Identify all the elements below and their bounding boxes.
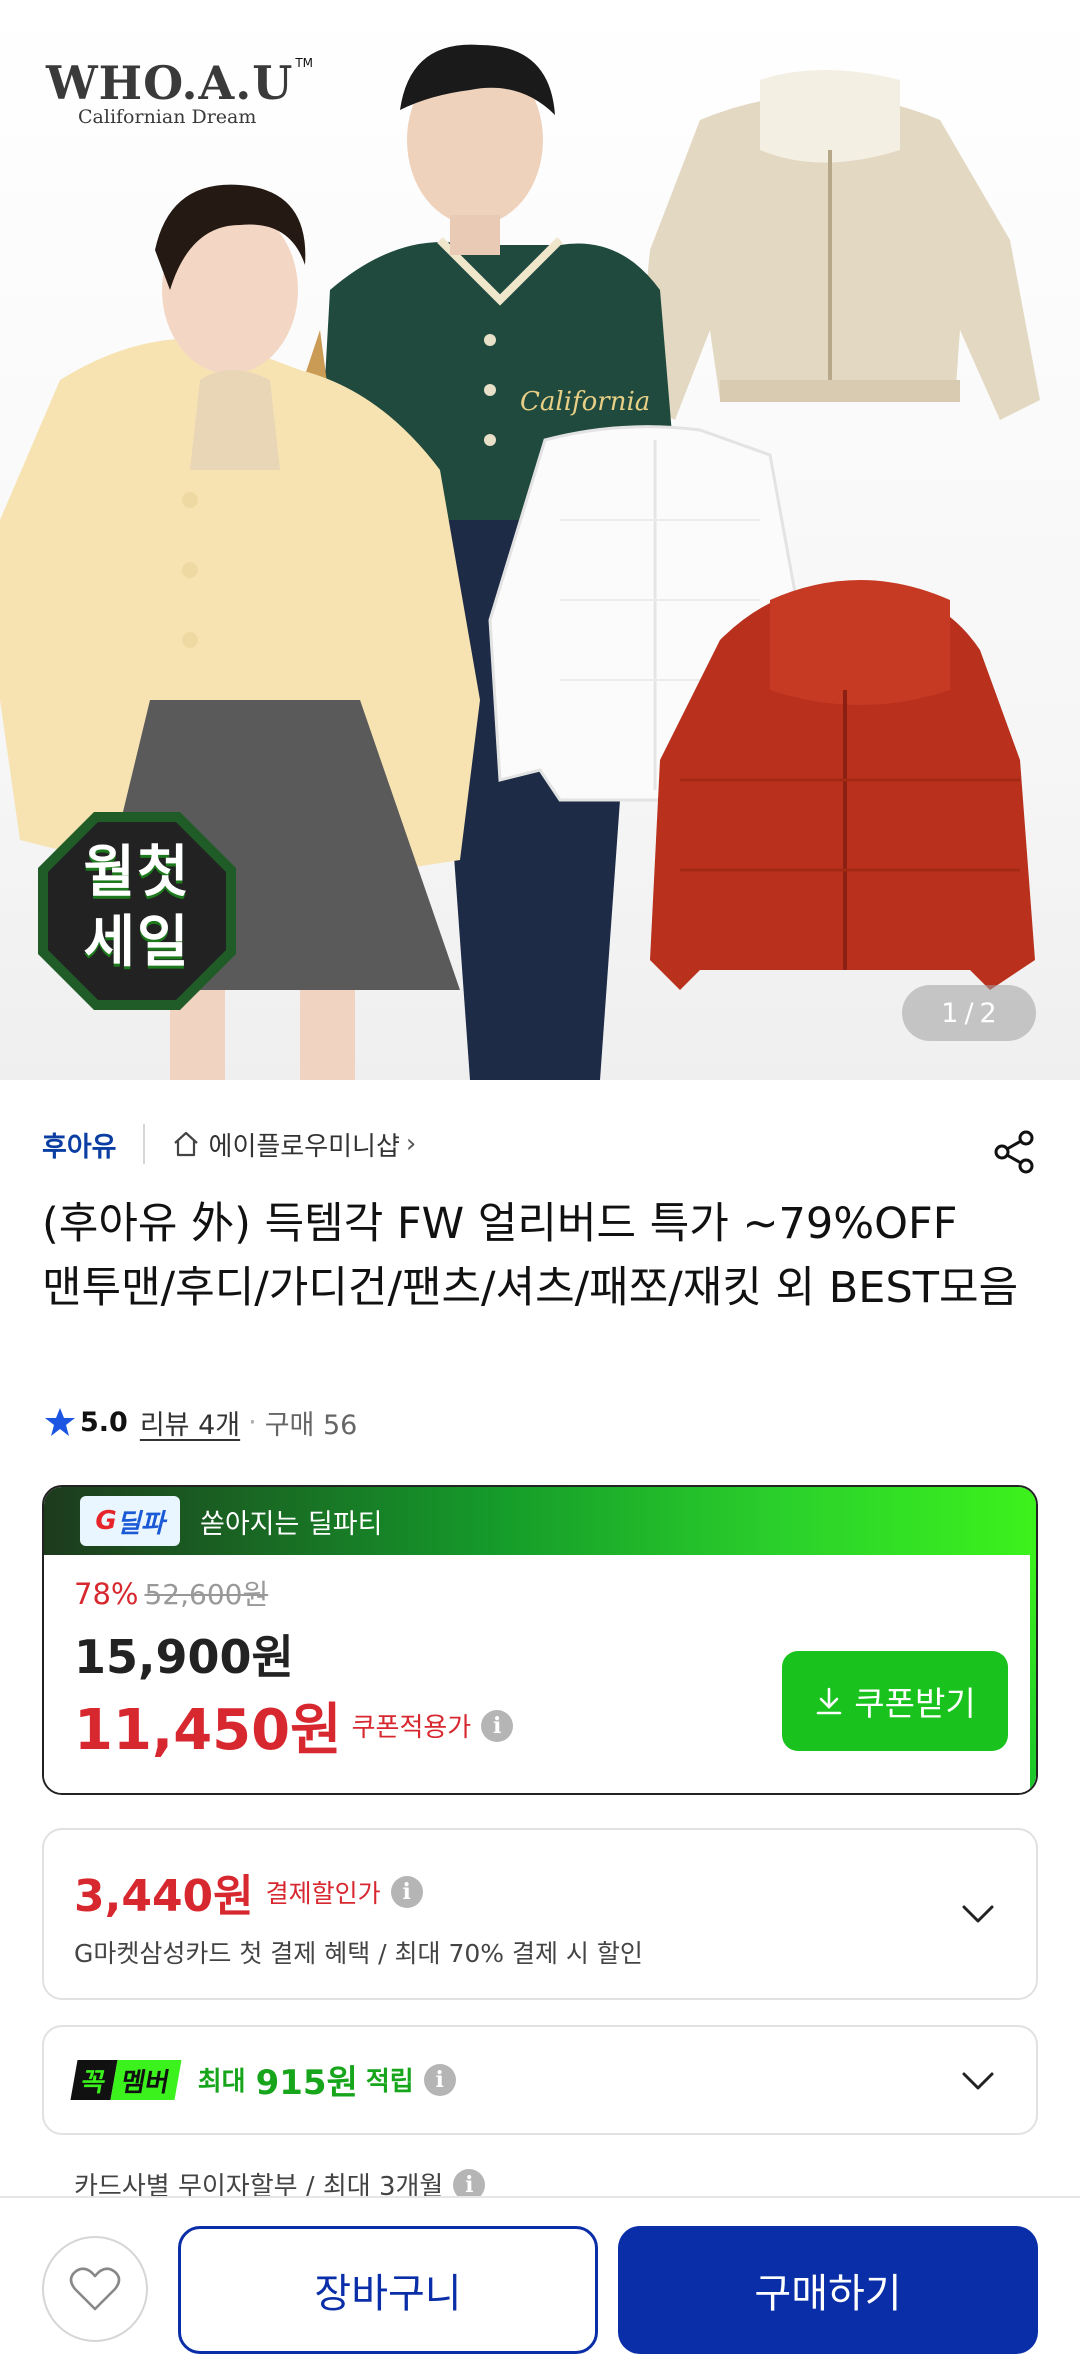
chevron-right-icon: › bbox=[405, 1129, 417, 1159]
pager-current: 1 bbox=[941, 997, 959, 1029]
pager-separator: / bbox=[964, 997, 974, 1029]
payment-discount-card[interactable]: 3,440원 결제할인가 i G마켓삼성카드 첫 결제 혜택 / 최대 70% … bbox=[42, 1828, 1038, 2000]
sale-badge-text: 월첫 세일 bbox=[34, 838, 240, 978]
member-row: 꼭 멤버 최대 915원 적립 i bbox=[70, 2055, 456, 2104]
divider bbox=[142, 1124, 145, 1164]
heart-icon bbox=[69, 2267, 121, 2311]
download-icon bbox=[816, 1687, 842, 1715]
sale-badge-line2: 세일 bbox=[83, 910, 191, 975]
deal-party-logo: G 딜파 bbox=[80, 1496, 180, 1546]
sale-badge: 월첫 세일 bbox=[34, 808, 240, 1014]
home-icon bbox=[173, 1131, 198, 1157]
deal-price-card: G 딜파 쏟아지는 딜파티 78% 52,600원 15,900원 11,450원… bbox=[42, 1485, 1038, 1795]
info-icon[interactable]: i bbox=[390, 1876, 423, 1908]
payment-discount-price: 3,440원 bbox=[74, 1871, 254, 1922]
member-badge: 꼭 멤버 bbox=[70, 2059, 182, 2100]
separator-dot: · bbox=[248, 1406, 257, 1438]
coupon-download-button[interactable]: 쿠폰받기 bbox=[782, 1651, 1008, 1751]
deal-body: 78% 52,600원 15,900원 11,450원 쿠폰적용가 i 쿠폰받기 bbox=[44, 1555, 1036, 1793]
member-badge-b: 멤버 bbox=[110, 2059, 182, 2100]
beige-jacket-illustration bbox=[635, 70, 1040, 420]
info-icon[interactable]: i bbox=[481, 1709, 514, 1742]
member-max-text: 최대 bbox=[197, 2067, 246, 2097]
deal-logo-g: G bbox=[95, 1506, 117, 1536]
sale-price: 15,900원 bbox=[74, 1630, 294, 1684]
deal-accent-bar bbox=[1030, 1555, 1036, 1793]
coupon-price: 11,450원 bbox=[74, 1698, 342, 1763]
shop-link[interactable]: 에이플로우미니샵 bbox=[209, 1126, 400, 1163]
add-to-cart-button[interactable]: 장바구니 bbox=[178, 2226, 598, 2354]
discount-line: 78% 52,600원 bbox=[74, 1573, 268, 1613]
payment-discount-label: 결제할인가 bbox=[265, 1879, 381, 1908]
review-link[interactable]: 리뷰 4개 bbox=[140, 1403, 240, 1442]
deal-header: G 딜파 쏟아지는 딜파티 bbox=[44, 1487, 1036, 1555]
logo-tm: TM bbox=[295, 56, 314, 70]
logo-main-text: WHO.A.U bbox=[46, 56, 294, 110]
product-hero-image[interactable]: California WHO.A.U TM Californian Dream … bbox=[0, 0, 1080, 1080]
wishlist-button[interactable] bbox=[42, 2236, 148, 2342]
buy-now-button[interactable]: 구매하기 bbox=[618, 2226, 1038, 2354]
product-title: (후아유 外) 득템각 FW 얼리버드 특가 ~79%OFF 맨투맨/후디/가디… bbox=[42, 1199, 1019, 1313]
deal-logo-text: 딜파 bbox=[116, 1508, 165, 1539]
deal-title: 쏟아지는 딜파티 bbox=[200, 1508, 383, 1540]
chevron-down-icon[interactable] bbox=[960, 1896, 996, 1932]
original-price: 52,600원 bbox=[144, 1578, 269, 1611]
image-pager: 1 / 2 bbox=[902, 985, 1036, 1041]
member-reward-unit: 적립 bbox=[365, 2067, 414, 2097]
coupon-price-label: 쿠폰적용가 bbox=[351, 1713, 472, 1743]
seller-row: 후아유 에이플로우미니샵 › bbox=[42, 1122, 1042, 1166]
chevron-down-icon[interactable] bbox=[960, 2063, 996, 2099]
info-icon[interactable]: i bbox=[423, 2063, 456, 2096]
coupon-button-label: 쿠폰받기 bbox=[854, 1684, 976, 1723]
brand-link[interactable]: 후아유 bbox=[42, 1125, 117, 1164]
share-icon[interactable] bbox=[990, 1128, 1038, 1176]
pager-total: 2 bbox=[979, 997, 997, 1029]
member-reward-card[interactable]: 꼭 멤버 최대 915원 적립 i bbox=[42, 2025, 1038, 2135]
member-reward-amount: 915원 bbox=[255, 2063, 358, 2103]
svg-text:California: California bbox=[520, 387, 650, 417]
discount-percent: 78% bbox=[74, 1577, 139, 1611]
coupon-price-row: 11,450원 쿠폰적용가 i bbox=[74, 1685, 514, 1766]
rating-row: 5.0 리뷰 4개 · 구매 56 bbox=[44, 1398, 357, 1446]
star-icon bbox=[45, 1408, 75, 1436]
sale-badge-line1: 월첫 bbox=[83, 840, 191, 905]
payment-description: G마켓삼성카드 첫 결제 혜택 / 최대 70% 결제 시 할인 bbox=[74, 1939, 643, 1968]
bottom-action-bar: 장바구니 구매하기 bbox=[0, 2196, 1080, 2373]
brand-logo: WHO.A.U TM Californian Dream bbox=[46, 56, 313, 128]
rating-score: 5.0 bbox=[80, 1406, 128, 1438]
payment-price-row: 3,440원 결제할인가 i bbox=[74, 1860, 423, 1924]
purchase-count: 구매 56 bbox=[264, 1409, 358, 1441]
